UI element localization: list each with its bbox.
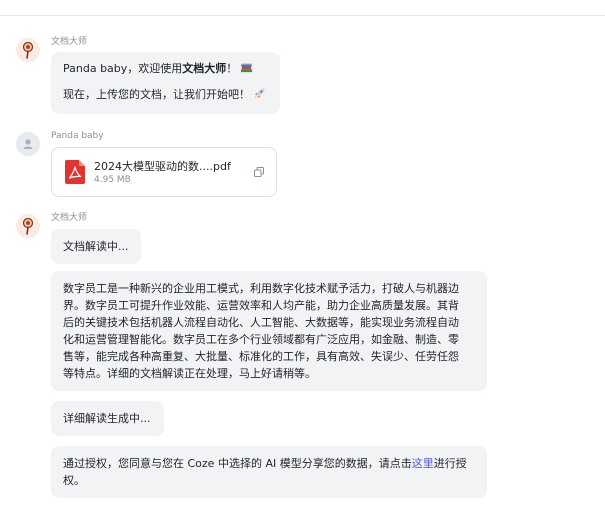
summary-line: 化和运营管理智能化。数字员工在多个行业领域都有广泛应用，如金融、制造、零 [63,333,459,346]
summary-bubble: 数字员工是一种新兴的企业用工模式，利用数字化技术赋予活力，打破人与机器边 界。数… [51,271,487,391]
file-name: 2024大模型驱动的数....pdf [94,160,231,173]
welcome-suffix: ！ [226,62,238,75]
bot-avatar-icon [16,214,40,238]
summary-line: 等特点。详细的文档解读正在处理，马上好请稍等。 [63,367,316,380]
welcome-line: Panda baby，欢迎使用文档大师！ [63,60,268,77]
summary-line: 售等，能完成各种高重复、大批量、标准化的工作，具有高效、失误少、任劳任怨 [63,350,459,363]
file-size: 4.95 MB [94,175,131,185]
consent-line-1: 通过授权，您同意与您在 Coze 中选择的 AI 模型分享您的数据，请点击这里进… [63,455,475,472]
file-card[interactable]: 2024大模型驱动的数....pdf 4.95 MB [51,147,277,197]
welcome-app-name: 文档大师 [182,62,227,75]
bot-avatar[interactable] [16,38,40,62]
upload-prompt-line: 现在，上传您的文档，让我们开始吧！ [63,86,268,103]
welcome-prefix: Panda baby，欢迎使用 [63,62,183,75]
upload-prompt: 现在，上传您的文档，让我们开始吧！ [63,88,250,101]
detail-status-bubble: 详细解读生成中... [51,401,164,436]
status-bubble: 文档解读中... [51,229,141,264]
rocket-emoji-icon [254,88,265,99]
summary-line: 界。数字员工可提升作业效能、运营效率和人均产能，助力企业高质量发展。其背 [63,299,459,312]
consent-link[interactable]: 这里 [412,457,434,470]
user-avatar-icon [16,132,40,156]
consent-text: 通过授权，您同意与您在 Coze 中选择的 AI 模型分享您的数据，请点击 [63,457,412,470]
pdf-icon [65,160,85,184]
consent-text-suffix: 进行授 [433,457,467,470]
sender-name: 文档大师 [51,213,88,223]
consent-bubble: 通过授权，您同意与您在 Coze 中选择的 AI 模型分享您的数据，请点击这里进… [51,446,487,498]
bot-avatar-icon [16,38,40,62]
welcome-bubble: Panda baby，欢迎使用文档大师！ 现在，上传您的文档，让我们开始吧！ [51,52,280,114]
sender-name: 文档大师 [51,37,88,47]
summary-line: 数字员工是一种新兴的企业用工模式，利用数字化技术赋予活力，打破人与机器边 [63,282,459,295]
top-bar [0,0,605,16]
detail-status-text: 详细解读生成中... [63,412,151,425]
sender-name: Panda baby [51,131,104,141]
bot-avatar[interactable] [16,214,40,238]
books-emoji-icon [241,63,253,73]
copy-icon[interactable] [254,167,264,177]
consent-line-2: 权。 [63,474,85,487]
summary-line: 后的关键技术包括机器人流程自动化、人工智能、大数据等，能实现业务流程自动 [63,316,459,329]
user-avatar[interactable] [16,132,40,156]
next-message-peek [0,506,605,513]
status-text: 文档解读中... [63,240,129,253]
